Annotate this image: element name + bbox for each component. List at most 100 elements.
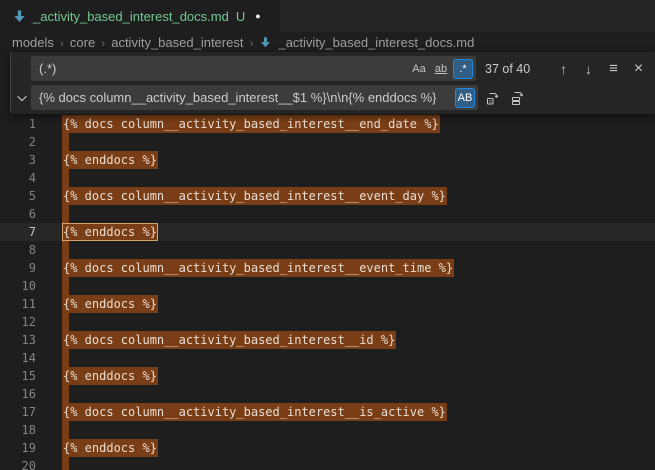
empty-line-match-mark	[62, 241, 69, 259]
editor-line[interactable]: 8	[0, 241, 655, 259]
editor-line[interactable]: 1{% docs column__activity_based_interest…	[0, 115, 655, 133]
find-match: {% enddocs %}	[62, 439, 158, 457]
line-content: {% enddocs %}	[62, 439, 158, 457]
line-number: 14	[0, 349, 36, 367]
editor-line[interactable]: 9{% docs column__activity_based_interest…	[0, 259, 655, 277]
empty-line-match-mark	[62, 349, 69, 367]
editor-line[interactable]: 18	[0, 421, 655, 439]
editor-line[interactable]: 20	[0, 457, 655, 470]
editor-line[interactable]: 17 {% docs column__activity_based_interes…	[0, 403, 655, 421]
tab-bar: _activity_based_interest_docs.md U ●	[0, 0, 655, 32]
find-match: {% enddocs %}	[62, 151, 158, 169]
editor-line[interactable]: 14	[0, 349, 655, 367]
editor-line[interactable]: 10	[0, 277, 655, 295]
find-match: {% docs column__activity_based_interest_…	[62, 403, 447, 421]
line-number: 12	[0, 313, 36, 331]
find-match: {% docs column__activity_based_interest_…	[62, 259, 454, 277]
breadcrumb-item-file[interactable]: _activity_based_interest_docs.md	[277, 35, 475, 50]
editor[interactable]: 1{% docs column__activity_based_interest…	[0, 52, 655, 470]
editor-line[interactable]: 7 {% enddocs %}	[0, 223, 655, 241]
current-find-match: {% enddocs %}	[62, 223, 158, 241]
line-content: {% docs column__activity_based_interest_…	[62, 403, 447, 421]
markdown-file-icon	[12, 9, 27, 24]
line-number: 6	[0, 205, 36, 223]
breadcrumb-separator-icon: ›	[249, 36, 253, 50]
find-input[interactable]: (.*) Aa ab .*	[31, 56, 476, 81]
match-count: 37 of 40	[485, 62, 539, 76]
close-button[interactable]: ×	[628, 58, 649, 80]
line-content	[62, 349, 69, 367]
replace-input-value: {% docs column__activity_based_interest_…	[39, 90, 436, 105]
line-content: {% docs column__activity_based_interest_…	[62, 259, 454, 277]
whole-word-toggle[interactable]: ab	[431, 59, 451, 79]
editor-line[interactable]: 3 {% enddocs %}	[0, 151, 655, 169]
breadcrumb-separator-icon: ›	[60, 36, 64, 50]
line-content: {% enddocs %}	[62, 151, 158, 169]
breadcrumb: models › core › activity_based_interest …	[0, 32, 655, 53]
line-number: 10	[0, 277, 36, 295]
line-number: 2	[0, 133, 36, 151]
line-content: {% enddocs %}	[62, 295, 158, 313]
line-content	[62, 421, 69, 439]
editor-line[interactable]: 6	[0, 205, 655, 223]
line-number: 5	[0, 187, 36, 205]
line-content: {% docs column__activity_based_interest_…	[62, 331, 396, 349]
replace-button[interactable]: c	[482, 87, 503, 109]
find-match: {% enddocs %}	[62, 367, 158, 385]
breadcrumb-item-models[interactable]: models	[11, 35, 55, 50]
editor-line[interactable]: 2	[0, 133, 655, 151]
find-in-selection-button[interactable]: ≡	[603, 58, 624, 80]
markdown-file-icon	[259, 36, 272, 49]
line-number: 15	[0, 367, 36, 385]
line-content	[62, 277, 69, 295]
editor-line[interactable]: 5{% docs column__activity_based_interest…	[0, 187, 655, 205]
find-row: (.*) Aa ab .* 37 of 40 ↑ ↓ ≡ ×	[31, 56, 649, 81]
svg-text:c: c	[488, 99, 491, 105]
line-number: 20	[0, 457, 36, 470]
editor-line[interactable]: 15 {% enddocs %}	[0, 367, 655, 385]
tab-active[interactable]: _activity_based_interest_docs.md U ●	[0, 0, 280, 32]
line-content	[62, 385, 69, 403]
line-content	[62, 169, 69, 187]
line-number: 11	[0, 295, 36, 313]
regex-toggle[interactable]: .*	[453, 59, 473, 79]
editor-line[interactable]: 4	[0, 169, 655, 187]
line-number: 7	[0, 223, 36, 241]
tab-title: _activity_based_interest_docs.md	[33, 9, 229, 24]
line-number: 17	[0, 403, 36, 421]
empty-line-match-mark	[62, 385, 69, 403]
breadcrumb-item-core[interactable]: core	[69, 35, 96, 50]
modified-indicator-dot[interactable]: ●	[255, 11, 260, 21]
match-case-toggle[interactable]: Aa	[409, 59, 429, 79]
line-content: {% enddocs %}	[62, 223, 158, 241]
find-match: {% enddocs %}	[62, 295, 158, 313]
line-number: 16	[0, 385, 36, 403]
line-content: {% enddocs %}	[62, 367, 158, 385]
line-number: 18	[0, 421, 36, 439]
editor-line[interactable]: 19 {% enddocs %}	[0, 439, 655, 457]
empty-line-match-mark	[62, 169, 69, 187]
breadcrumb-separator-icon: ›	[101, 36, 105, 50]
editor-line[interactable]: 16	[0, 385, 655, 403]
line-content: {% docs column__activity_based_interest_…	[62, 115, 440, 133]
editor-line[interactable]: 12	[0, 313, 655, 331]
line-content	[62, 457, 69, 470]
next-match-button[interactable]: ↓	[578, 58, 599, 80]
previous-match-button[interactable]: ↑	[553, 58, 574, 80]
line-number: 3	[0, 151, 36, 169]
editor-line[interactable]: 13{% docs column__activity_based_interes…	[0, 331, 655, 349]
find-replace-widget: (.*) Aa ab .* 37 of 40 ↑ ↓ ≡ × {% docs c…	[10, 52, 655, 114]
toggle-replace-chevron-down-icon[interactable]	[14, 90, 30, 106]
line-content	[62, 241, 69, 259]
line-content	[62, 133, 69, 151]
replace-all-button[interactable]	[507, 87, 528, 109]
empty-line-match-mark	[62, 457, 69, 470]
editor-line[interactable]: 11 {% enddocs %}	[0, 295, 655, 313]
line-number: 19	[0, 439, 36, 457]
breadcrumb-item-activity-based-interest[interactable]: activity_based_interest	[110, 35, 244, 50]
replace-input[interactable]: {% docs column__activity_based_interest_…	[31, 85, 478, 110]
empty-line-match-mark	[62, 277, 69, 295]
empty-line-match-mark	[62, 313, 69, 331]
find-match: {% docs column__activity_based_interest_…	[62, 115, 440, 133]
preserve-case-toggle[interactable]: AB	[455, 88, 475, 108]
